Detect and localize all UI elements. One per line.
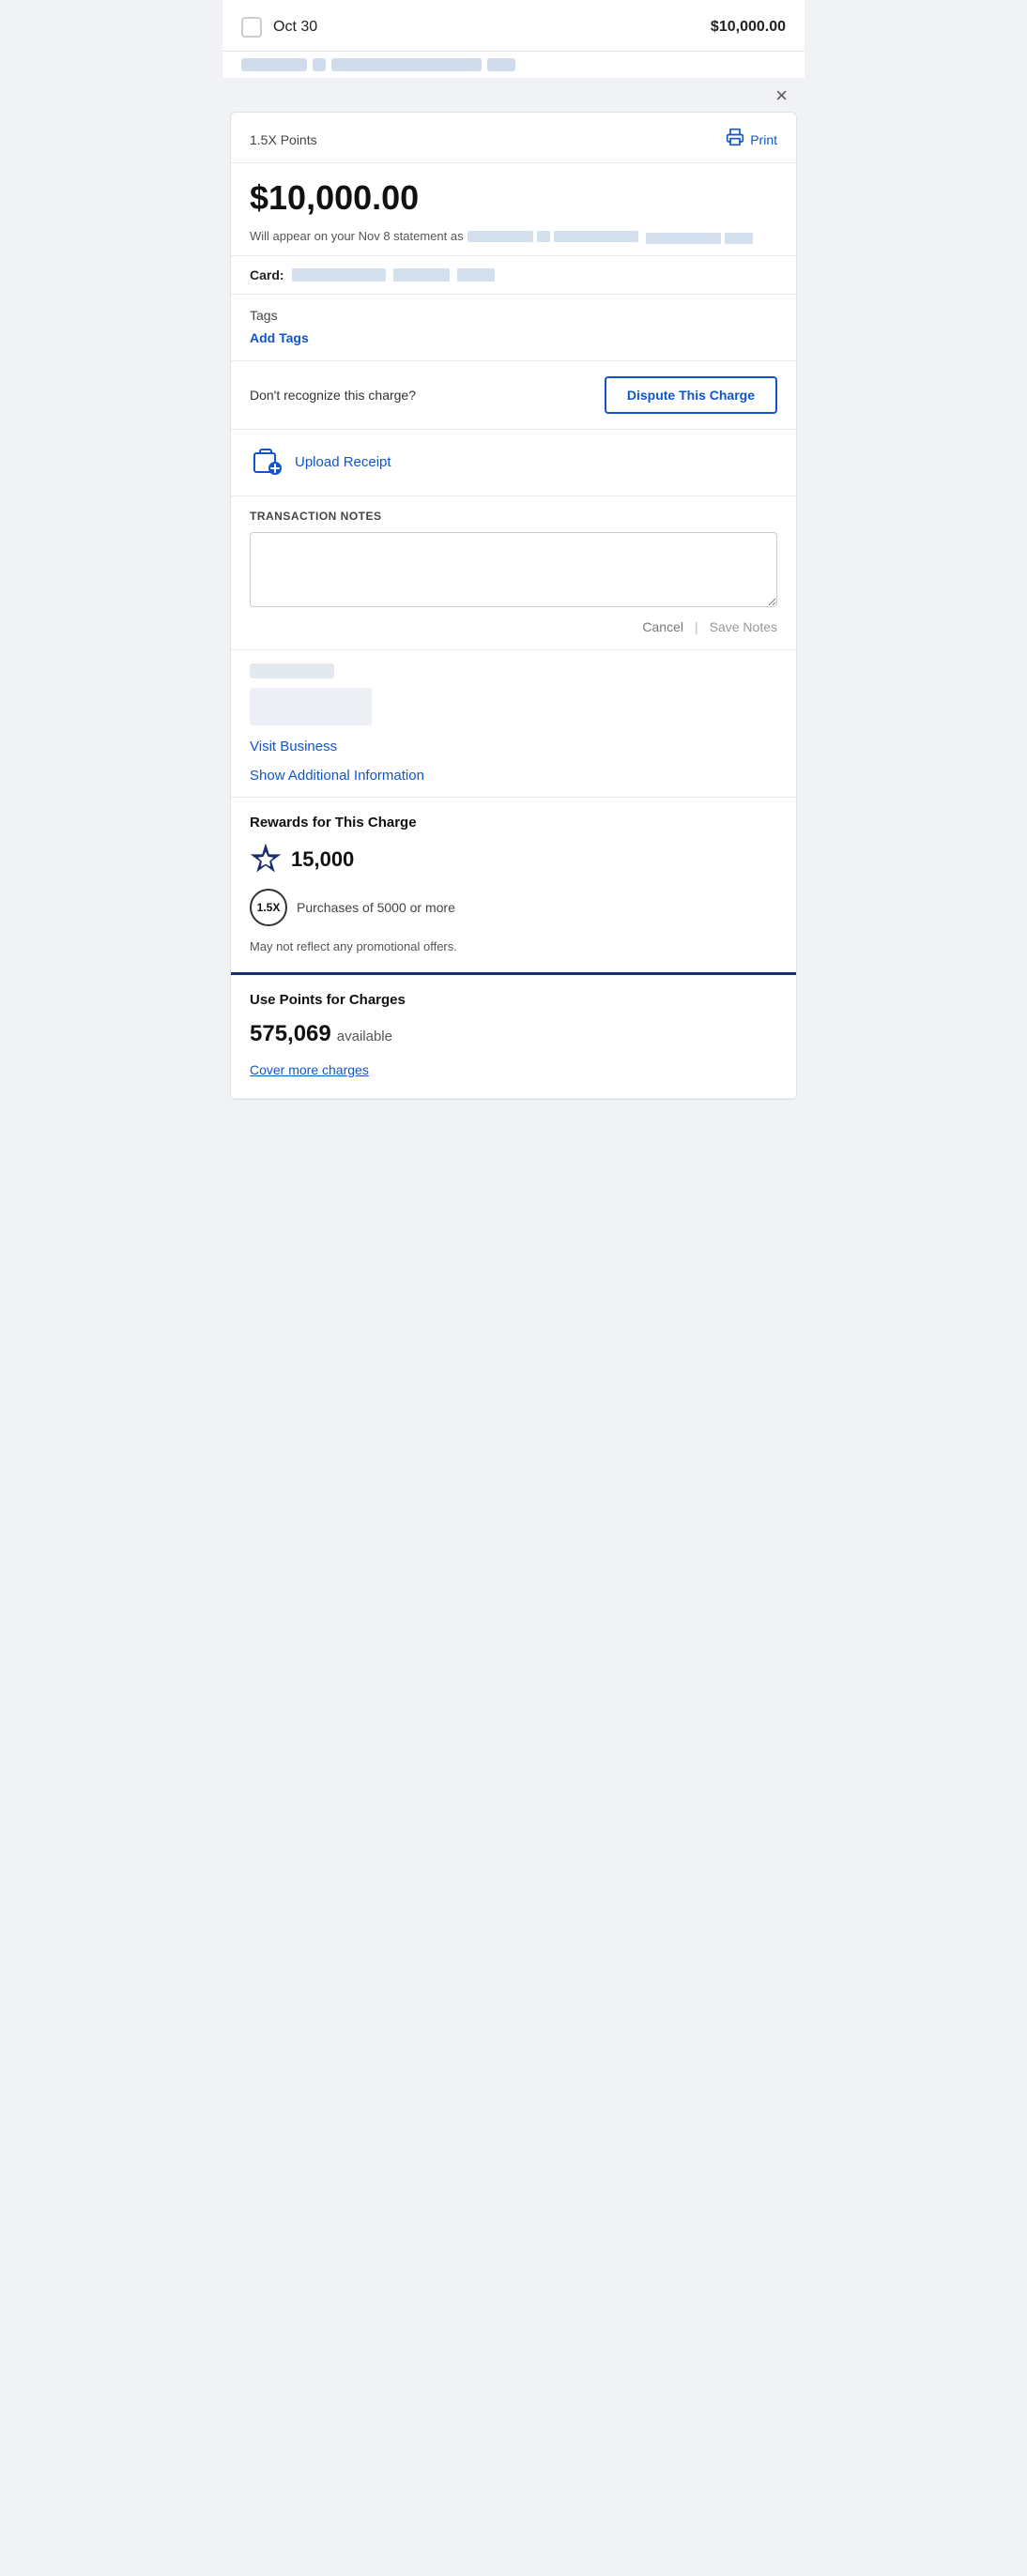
print-icon <box>726 128 744 151</box>
cover-more-charges-link[interactable]: Cover more charges <box>250 1062 369 1077</box>
show-additional-button[interactable]: Show Additional Information <box>250 768 424 784</box>
card-label: Card: <box>250 267 284 282</box>
header-left: Oct 30 <box>241 17 317 38</box>
statement-text: Will appear on your Nov 8 statement as <box>250 227 777 246</box>
add-tags-button[interactable]: Add Tags <box>250 330 309 345</box>
points-label: 1.5X Points <box>250 132 317 147</box>
main-container: Oct 30 $10,000.00 × 1.5X Points <box>222 0 805 2576</box>
visit-business-button[interactable]: Visit Business <box>250 739 337 755</box>
star-badge-icon <box>250 844 282 876</box>
main-amount: $10,000.00 <box>250 178 777 218</box>
transaction-amount: $10,000.00 <box>711 19 786 36</box>
notes-title: TRANSACTION NOTES <box>250 510 777 523</box>
business-section: Visit Business Show Additional Informati… <box>231 650 796 798</box>
print-label: Print <box>750 132 777 147</box>
notes-divider: | <box>695 619 698 634</box>
available-label: available <box>337 1029 392 1044</box>
upload-label[interactable]: Upload Receipt <box>295 454 391 470</box>
rewards-note: May not reflect any promotional offers. <box>250 939 777 953</box>
print-button[interactable]: Print <box>726 128 777 151</box>
detail-panel: 1.5X Points Print $10,000.00 Will appear… <box>230 112 797 1100</box>
panel-header: 1.5X Points Print <box>231 113 796 163</box>
redacted-block-4 <box>487 58 515 71</box>
upload-section[interactable]: Upload Receipt <box>231 430 796 496</box>
amount-section: $10,000.00 Will appear on your Nov 8 sta… <box>231 163 796 256</box>
select-checkbox[interactable] <box>241 17 262 38</box>
rewards-section: Rewards for This Charge 15,000 1.5X Purc… <box>231 798 796 975</box>
rewards-title: Rewards for This Charge <box>250 815 777 831</box>
card-redact-3 <box>457 268 495 282</box>
biz-redact-name <box>250 663 334 678</box>
card-redact-1 <box>292 268 386 282</box>
bottom-spacer <box>222 1100 805 1137</box>
biz-redact-image <box>250 688 372 725</box>
statement-redact-3 <box>554 231 638 242</box>
redacted-block-1 <box>241 58 307 71</box>
close-button[interactable]: × <box>775 85 788 106</box>
card-row: Card: <box>231 256 796 295</box>
notes-textarea[interactable] <box>250 532 777 607</box>
dispute-button[interactable]: Dispute This Charge <box>605 376 777 414</box>
statement-redact-2 <box>537 231 550 242</box>
statement-prefix: Will appear on your Nov 8 statement as <box>250 227 464 246</box>
dispute-question: Don't recognize this charge? <box>250 388 416 403</box>
redacted-block-3 <box>331 58 482 71</box>
tags-section: Tags Add Tags <box>231 295 796 361</box>
card-redact-2 <box>393 268 450 282</box>
cancel-button[interactable]: Cancel <box>642 619 683 634</box>
available-points-number: 575,069 <box>250 1021 331 1047</box>
tags-title: Tags <box>250 308 777 323</box>
redacted-info-bar <box>222 52 805 78</box>
dispute-section: Don't recognize this charge? Dispute Thi… <box>231 361 796 430</box>
rewards-points-value: 15,000 <box>291 847 354 872</box>
use-points-section: Use Points for Charges 575,069 available… <box>231 975 796 1099</box>
statement-redact-1 <box>468 231 533 242</box>
notes-actions: Cancel | Save Notes <box>250 619 777 634</box>
use-points-title: Use Points for Charges <box>250 992 777 1008</box>
statement-redact-5 <box>725 233 753 244</box>
multiplier-badge: 1.5X <box>250 889 287 926</box>
upload-icon <box>250 445 285 480</box>
transaction-header: Oct 30 $10,000.00 <box>222 0 805 52</box>
redacted-block-2 <box>313 58 326 71</box>
rewards-points-row: 15,000 <box>250 844 777 876</box>
multiplier-row: 1.5X Purchases of 5000 or more <box>250 889 777 926</box>
purchases-text: Purchases of 5000 or more <box>297 900 455 915</box>
available-points-row: 575,069 available <box>250 1021 777 1047</box>
notes-section: TRANSACTION NOTES Cancel | Save Notes <box>231 496 796 650</box>
close-row: × <box>222 78 805 112</box>
transaction-date: Oct 30 <box>273 19 317 36</box>
statement-redact-4 <box>646 233 721 244</box>
save-notes-button[interactable]: Save Notes <box>710 619 777 634</box>
